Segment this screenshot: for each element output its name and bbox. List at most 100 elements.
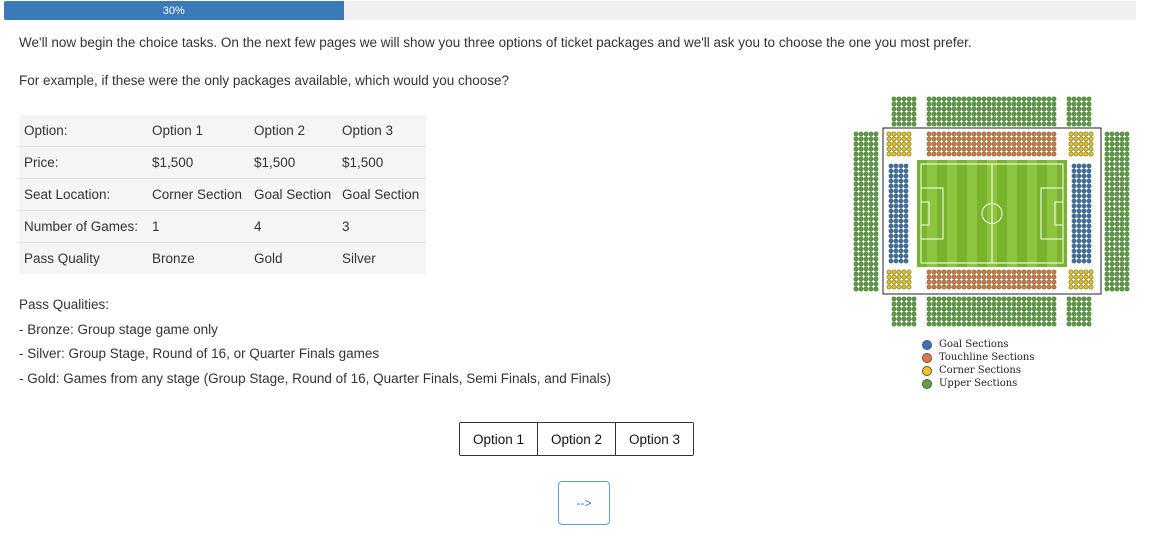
upper-section-seat [1026,296,1032,302]
goal-section-seat [888,163,894,169]
touchline-section-seat [936,269,942,275]
upper-section-seat [1046,296,1052,302]
upper-section-seat [1081,121,1087,127]
touchline-section-seat [986,136,992,142]
touchline-section-seat [931,146,937,152]
upper-section-seat [1119,141,1125,147]
upper-section-seat [1119,151,1125,157]
upper-section-seat [901,106,907,112]
upper-section-seat [1086,111,1092,117]
corner-section-seat [1088,146,1094,152]
next-button[interactable]: --> [558,481,610,525]
upper-section-seat [853,211,859,217]
touchline-section-seat [1041,269,1047,275]
upper-section-seat [1086,301,1092,307]
upper-section-seat [863,151,869,157]
upper-section-seat [941,321,947,327]
goal-section-seat [1086,218,1092,224]
upper-section-seat [1021,121,1027,127]
upper-section-seat [941,301,947,307]
upper-section-seat [1071,101,1077,107]
upper-section-seat [858,226,864,232]
goal-section-seat [903,183,909,189]
corner-section-seat [1088,141,1094,147]
touchline-section-seat [1046,269,1052,275]
upper-section-seat [901,96,907,102]
upper-section-seat [946,106,952,112]
goal-section-seat [1076,188,1082,194]
upper-section-seat [926,101,932,107]
touchline-section-seat [1001,141,1007,147]
upper-section-seat [1006,316,1012,322]
option-2-button[interactable]: Option 2 [537,423,615,455]
goal-section-seat [1076,228,1082,234]
stadium-legend: Goal Sections Touchline Sections Corner … [922,338,1035,390]
upper-section-seat [926,96,932,102]
touchline-section-seat [1051,136,1057,142]
upper-section-seat [1051,96,1057,102]
upper-section-seat [1026,306,1032,312]
upper-section-seat [858,241,864,247]
goal-section-seat [1086,183,1092,189]
goal-section-seat [893,238,899,244]
option-3-button[interactable]: Option 3 [615,423,693,455]
upper-section-seat [1119,286,1125,292]
upper-section-seat [1076,116,1082,122]
goal-section-seat [888,243,894,249]
upper-section-seat [986,111,992,117]
touchline-section-seat [981,151,987,157]
upper-section-seat [1109,131,1115,137]
touchline-section-seat [1031,131,1037,137]
upper-section-seat [1076,111,1082,117]
upper-section-seat [1104,261,1110,267]
upper-section-seat [858,236,864,242]
upper-section-seat [906,121,912,127]
option-1-button[interactable]: Option 1 [460,423,537,455]
touchline-section-seat [1036,146,1042,152]
touchline-section-seat [1021,279,1027,285]
upper-section-seat [926,301,932,307]
table-cell: Goal Section [249,178,337,211]
touchline-section-seat [981,136,987,142]
goal-section-seat [888,248,894,254]
upper-section-seat [873,226,879,232]
goal-section-seat [1071,258,1077,264]
upper-section-seat [926,321,932,327]
goal-section-seat [898,213,904,219]
touchline-section-seat [1021,274,1027,280]
upper-section-seat [1119,131,1125,137]
goal-section-seat [1081,243,1087,249]
touchline-section-seat [966,141,972,147]
goal-section-seat [1076,218,1082,224]
touchline-section-seat [1011,136,1017,142]
upper-section-seat [1124,246,1130,252]
upper-sections-swatch [922,378,932,389]
goal-section-seat [903,258,909,264]
upper-section-seat [1109,156,1115,162]
upper-section-seat [868,196,874,202]
upper-section-seat [1031,296,1037,302]
upper-section-seat [1026,96,1032,102]
upper-section-seat [896,116,902,122]
upper-section-seat [936,306,942,312]
goal-section-seat [1086,258,1092,264]
upper-section-seat [896,296,902,302]
upper-section-seat [896,316,902,322]
goal-section-seat [893,253,899,259]
upper-section-seat [1124,161,1130,167]
goal-section-seat [1086,213,1092,219]
touchline-section-seat [1026,151,1032,157]
goal-section-seat [1086,188,1092,194]
upper-section-seat [956,96,962,102]
upper-section-seat [853,206,859,212]
upper-section-seat [868,211,874,217]
goal-section-seat [1071,208,1077,214]
upper-section-seat [873,256,879,262]
touchline-section-seat [996,131,1002,137]
goal-section-seat [1086,168,1092,174]
upper-section-seat [1104,286,1110,292]
goal-section-seat [903,218,909,224]
corner-section-seat [896,151,902,157]
upper-section-seat [1109,186,1115,192]
upper-section-seat [858,156,864,162]
